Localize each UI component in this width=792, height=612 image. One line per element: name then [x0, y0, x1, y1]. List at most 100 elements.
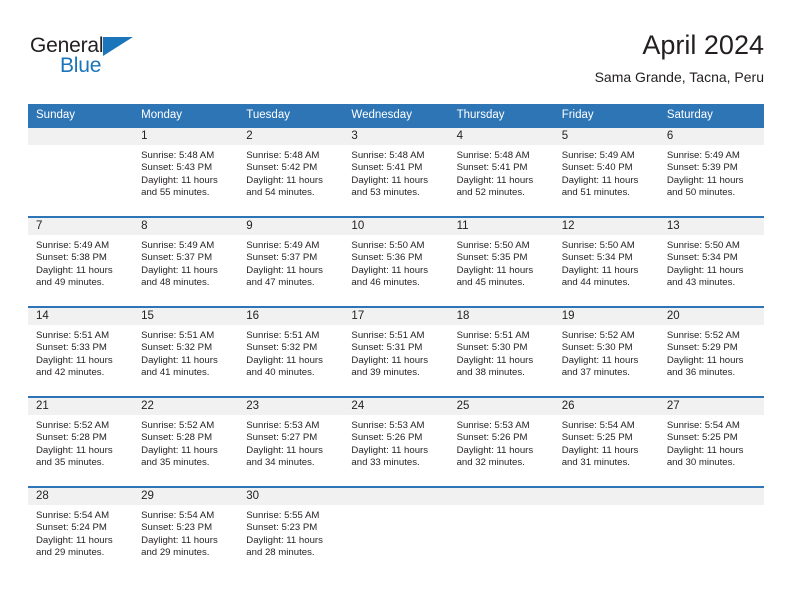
daylight-text-line1: Daylight: 11 hours — [561, 444, 639, 456]
daylight-text-line2: and 34 minutes. — [246, 456, 315, 468]
sunrise-text: Sunrise: 5:49 AM — [36, 240, 110, 251]
calendar-day-cell[interactable]: 13 Sunrise: 5:50 AM Sunset: 5:34 PM Dayligh… — [658, 218, 764, 306]
weekday-header-friday: Friday — [553, 104, 659, 126]
calendar-day-cell[interactable]: 5 Sunrise: 5:49 AM Sunset: 5:40 PM Daylight… — [553, 128, 659, 216]
daylight-text-line1: Daylight: 11 hours — [141, 354, 218, 366]
daylight-text-line1: Daylight: 11 hours — [246, 444, 323, 456]
calendar-day-cell[interactable]: 19 Sunrise: 5:52 AM Sunset: 5:30 PM Dayligh… — [553, 308, 659, 396]
sunrise-text: Sunrise: 5:52 AM — [666, 330, 740, 341]
calendar-day-cell[interactable]: 26 Sunrise: 5:54 AM Sunset: 5:25 PM Dayligh… — [553, 398, 659, 486]
day-number: 27 — [658, 398, 764, 415]
sunrise-text: Sunrise: 5:51 AM — [36, 330, 110, 341]
calendar-day-cell[interactable]: 12 Sunrise: 5:50 AM Sunset: 5:34 PM Dayligh… — [553, 218, 659, 306]
daylight-text-line2: and 43 minutes. — [666, 276, 736, 288]
daylight-text-line1: Daylight: 11 hours — [141, 534, 218, 546]
daylight-text-line2: and 30 minutes. — [666, 456, 736, 468]
day-number — [28, 128, 134, 145]
calendar-day-cell[interactable]: 14 Sunrise: 5:51 AM Sunset: 5:33 PM Dayligh… — [28, 308, 134, 396]
general-blue-logo[interactable]: General Blue — [30, 34, 140, 82]
sunset-text: Sunset: 5:27 PM — [246, 432, 318, 444]
day-details: Sunrise: 5:54 AM Sunset: 5:25 PM Daylight:… — [659, 415, 764, 469]
calendar-day-cell[interactable]: 16 Sunrise: 5:51 AM Sunset: 5:32 PM Dayligh… — [238, 308, 344, 396]
day-number: 12 — [553, 218, 659, 235]
day-details: Sunrise: 5:51 AM Sunset: 5:33 PM Daylight:… — [28, 325, 133, 379]
calendar-day-cell[interactable]: 21 Sunrise: 5:52 AM Sunset: 5:28 PM Dayligh… — [28, 398, 134, 486]
calendar-day-cell[interactable]: 24 Sunrise: 5:53 AM Sunset: 5:26 PM Dayligh… — [343, 398, 449, 486]
sunset-text: Sunset: 5:23 PM — [246, 522, 318, 534]
day-number: 10 — [343, 218, 449, 235]
calendar-day-cell-empty — [658, 488, 764, 576]
daylight-text-line1: Daylight: 11 hours — [666, 264, 744, 276]
day-number: 26 — [553, 398, 659, 415]
sunrise-text: Sunrise: 5:48 AM — [351, 150, 425, 161]
day-number: 24 — [343, 398, 449, 415]
calendar-day-cell[interactable]: 8 Sunrise: 5:49 AM Sunset: 5:37 PM Daylight… — [133, 218, 239, 306]
weekday-header-tuesday: Tuesday — [238, 104, 344, 126]
calendar-week-row: 14 Sunrise: 5:51 AM Sunset: 5:33 PM Dayligh… — [28, 308, 764, 396]
sunset-text: Sunset: 5:23 PM — [141, 522, 213, 534]
calendar-day-cell[interactable]: 23 Sunrise: 5:53 AM Sunset: 5:27 PM Dayligh… — [238, 398, 344, 486]
calendar-day-cell[interactable]: 29 Sunrise: 5:54 AM Sunset: 5:23 PM Dayligh… — [133, 488, 239, 576]
calendar-grid: Sunday Monday Tuesday Wednesday Thursday… — [28, 104, 764, 576]
day-details: Sunrise: 5:48 AM Sunset: 5:42 PM Daylight:… — [238, 145, 343, 199]
daylight-text-line2: and 42 minutes. — [36, 366, 105, 378]
day-number: 2 — [238, 128, 344, 145]
daylight-text-line2: and 44 minutes. — [561, 276, 630, 288]
day-number: 29 — [133, 488, 239, 505]
day-number: 23 — [238, 398, 344, 415]
daylight-text-line2: and 38 minutes. — [456, 366, 525, 378]
calendar-week-row: 1 Sunrise: 5:48 AM Sunset: 5:43 PM Daylight… — [28, 128, 764, 216]
calendar-day-cell[interactable]: 20 Sunrise: 5:52 AM Sunset: 5:29 PM Dayligh… — [658, 308, 764, 396]
sunrise-text: Sunrise: 5:52 AM — [561, 330, 635, 341]
day-number: 30 — [238, 488, 344, 505]
day-number: 21 — [28, 398, 134, 415]
daylight-text-line2: and 32 minutes. — [456, 456, 525, 468]
sunrise-text: Sunrise: 5:49 AM — [141, 240, 215, 251]
sunset-text: Sunset: 5:26 PM — [351, 432, 423, 444]
weekday-header-wednesday: Wednesday — [343, 104, 449, 126]
daylight-text-line1: Daylight: 11 hours — [36, 534, 113, 546]
day-number: 11 — [448, 218, 554, 235]
sunset-text: Sunset: 5:30 PM — [561, 342, 633, 354]
day-details: Sunrise: 5:49 AM Sunset: 5:39 PM Daylight:… — [659, 145, 764, 199]
daylight-text-line1: Daylight: 11 hours — [246, 264, 323, 276]
calendar-day-cell[interactable]: 22 Sunrise: 5:52 AM Sunset: 5:28 PM Dayligh… — [133, 398, 239, 486]
calendar-day-cell[interactable]: 4 Sunrise: 5:48 AM Sunset: 5:41 PM Daylight… — [448, 128, 554, 216]
daylight-text-line2: and 37 minutes. — [561, 366, 630, 378]
sunset-text: Sunset: 5:37 PM — [141, 252, 213, 264]
calendar-day-cell[interactable]: 3 Sunrise: 5:48 AM Sunset: 5:41 PM Daylight… — [343, 128, 449, 216]
calendar-day-cell[interactable]: 6 Sunrise: 5:49 AM Sunset: 5:39 PM Daylight… — [658, 128, 764, 216]
calendar-day-cell[interactable]: 2 Sunrise: 5:48 AM Sunset: 5:42 PM Daylight… — [238, 128, 344, 216]
calendar-day-cell[interactable]: 25 Sunrise: 5:53 AM Sunset: 5:26 PM Dayligh… — [448, 398, 554, 486]
sunrise-text: Sunrise: 5:54 AM — [141, 510, 215, 521]
calendar-day-cell[interactable]: 10 Sunrise: 5:50 AM Sunset: 5:36 PM Dayligh… — [343, 218, 449, 306]
calendar-day-cell[interactable]: 9 Sunrise: 5:49 AM Sunset: 5:37 PM Daylight… — [238, 218, 344, 306]
daylight-text-line1: Daylight: 11 hours — [456, 354, 534, 366]
sunset-text: Sunset: 5:35 PM — [456, 252, 528, 264]
sunset-text: Sunset: 5:34 PM — [561, 252, 633, 264]
calendar-day-cell[interactable]: 17 Sunrise: 5:51 AM Sunset: 5:31 PM Dayligh… — [343, 308, 449, 396]
calendar-day-cell[interactable]: 11 Sunrise: 5:50 AM Sunset: 5:35 PM Dayligh… — [448, 218, 554, 306]
sunset-text: Sunset: 5:42 PM — [246, 162, 318, 174]
day-details: Sunrise: 5:50 AM Sunset: 5:36 PM Daylight:… — [343, 235, 448, 289]
sunset-text: Sunset: 5:31 PM — [351, 342, 423, 354]
calendar-day-cell[interactable]: 27 Sunrise: 5:54 AM Sunset: 5:25 PM Dayligh… — [658, 398, 764, 486]
sunrise-text: Sunrise: 5:50 AM — [456, 240, 530, 251]
calendar-day-cell[interactable]: 30 Sunrise: 5:55 AM Sunset: 5:23 PM Dayligh… — [238, 488, 344, 576]
calendar-day-cell[interactable]: 7 Sunrise: 5:49 AM Sunset: 5:38 PM Daylight… — [28, 218, 134, 306]
day-number: 15 — [133, 308, 239, 325]
daylight-text-line2: and 47 minutes. — [246, 276, 315, 288]
calendar-day-cell[interactable]: 18 Sunrise: 5:51 AM Sunset: 5:30 PM Dayligh… — [448, 308, 554, 396]
daylight-text-line1: Daylight: 11 hours — [456, 264, 534, 276]
sunset-text: Sunset: 5:34 PM — [666, 252, 738, 264]
calendar-day-cell[interactable]: 1 Sunrise: 5:48 AM Sunset: 5:43 PM Daylight… — [133, 128, 239, 216]
daylight-text-line2: and 39 minutes. — [351, 366, 420, 378]
daylight-text-line2: and 36 minutes. — [666, 366, 736, 378]
calendar-day-cell[interactable]: 28 Sunrise: 5:54 AM Sunset: 5:24 PM Dayligh… — [28, 488, 134, 576]
sunset-text: Sunset: 5:29 PM — [666, 342, 738, 354]
day-details: Sunrise: 5:51 AM Sunset: 5:31 PM Daylight:… — [343, 325, 448, 379]
calendar-day-cell[interactable]: 15 Sunrise: 5:51 AM Sunset: 5:32 PM Dayligh… — [133, 308, 239, 396]
day-number: 7 — [28, 218, 134, 235]
sunset-text: Sunset: 5:28 PM — [141, 432, 213, 444]
daylight-text-line2: and 55 minutes. — [141, 186, 210, 198]
